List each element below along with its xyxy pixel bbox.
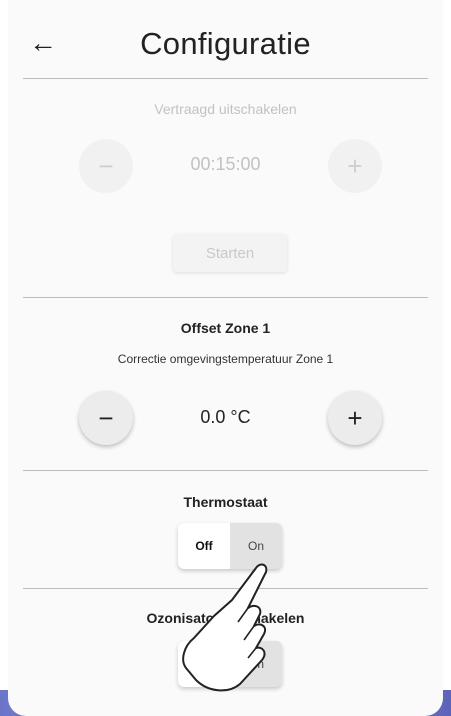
ozonisator-toggle[interactable]: Off On — [178, 641, 282, 687]
divider — [23, 78, 428, 79]
divider — [23, 297, 428, 298]
divider — [23, 588, 428, 589]
offset-subtitle: Correctie omgevingstemperatuur Zone 1 — [117, 352, 334, 366]
start-button[interactable]: Starten — [173, 234, 287, 272]
plus-icon: + — [347, 150, 363, 181]
app-header: ← Configuratie — [8, 18, 443, 78]
divider — [23, 470, 428, 471]
thermostaat-toggle[interactable]: Off On — [178, 523, 282, 569]
ozonisator-title: Ozonisatoruitschakelen — [146, 610, 305, 626]
ozonisator-off-option[interactable]: Off — [178, 641, 230, 687]
ozonisator-on-option[interactable]: On — [230, 641, 282, 687]
thermostaat-off-option[interactable]: Off — [178, 523, 230, 569]
thermostaat-title: Thermostaat — [183, 494, 268, 510]
thermostaat-on-option[interactable]: On — [230, 523, 282, 569]
delay-plus-button[interactable]: + — [328, 139, 382, 193]
offset-title: Offset Zone 1 — [180, 320, 271, 336]
delay-label: Vertraagd uitschakelen — [154, 101, 297, 117]
plus-icon: + — [347, 402, 363, 433]
offset-plus-button[interactable]: + — [328, 391, 382, 445]
page-title: Configuratie — [140, 26, 311, 61]
config-panel: ← Configuratie Vertraagd uitschakelen − … — [8, 0, 443, 716]
